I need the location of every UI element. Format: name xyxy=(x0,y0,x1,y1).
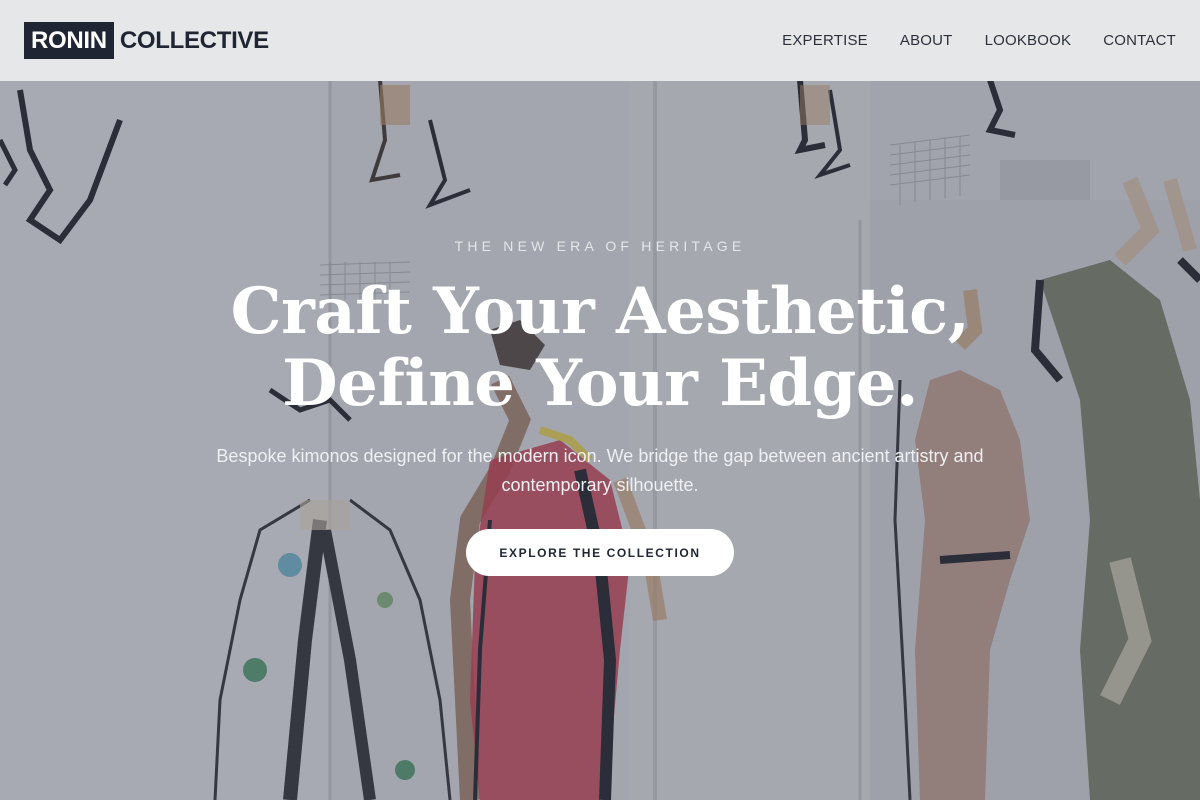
nav-item-about[interactable]: ABOUT xyxy=(900,32,953,49)
logo-box: RONIN xyxy=(24,22,114,59)
nav-item-expertise[interactable]: EXPERTISE xyxy=(782,32,868,49)
main-nav: EXPERTISE ABOUT LOOKBOOK CONTACT xyxy=(782,32,1176,49)
explore-collection-button[interactable]: EXPLORE THE COLLECTION xyxy=(466,529,734,576)
site-header: RONIN COLLECTIVE EXPERTISE ABOUT LOOKBOO… xyxy=(0,0,1200,81)
logo-word: COLLECTIVE xyxy=(119,26,269,54)
hero-content: THE NEW ERA OF HERITAGE Craft Your Aesth… xyxy=(0,0,1200,800)
brand-logo[interactable]: RONIN COLLECTIVE xyxy=(24,22,269,59)
headline-line-2: Define Your Edge. xyxy=(282,346,918,421)
nav-item-lookbook[interactable]: LOOKBOOK xyxy=(985,32,1072,49)
hero-eyebrow: THE NEW ERA OF HERITAGE xyxy=(454,238,746,254)
hero-headline: Craft Your Aesthetic, Define Your Edge. xyxy=(0,276,1200,420)
hero-subtext: Bespoke kimonos designed for the modern … xyxy=(216,446,984,495)
headline-line-1: Craft Your Aesthetic, xyxy=(230,274,970,349)
nav-item-contact[interactable]: CONTACT xyxy=(1103,32,1176,49)
